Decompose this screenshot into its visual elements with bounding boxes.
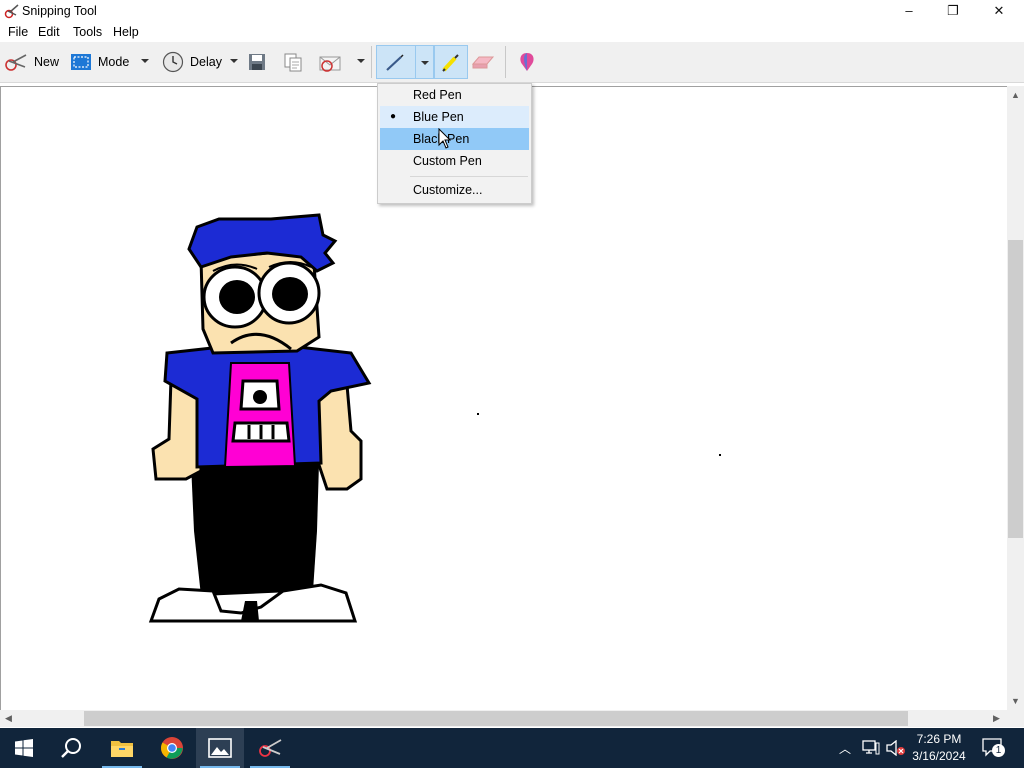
menu-edit[interactable]: Edit xyxy=(38,25,60,39)
red-pen-label: Red Pen xyxy=(413,88,462,102)
custom-pen-label: Custom Pen xyxy=(413,154,482,168)
toolbar-separator-2 xyxy=(505,46,506,78)
toolbar: New Mode Delay xyxy=(0,42,1024,83)
snipping-tool-icon xyxy=(259,739,282,757)
system-clock[interactable]: 7:26 PM 3/16/2024 xyxy=(898,731,980,765)
taskbar: ︿ 7:26 PM 3/16/2024 1 xyxy=(0,728,1024,768)
maximize-icon: ❐ xyxy=(947,3,959,18)
menu-file[interactable]: File xyxy=(8,25,28,39)
new-snip-icon xyxy=(5,54,27,71)
start-button[interactable] xyxy=(0,728,48,768)
pen-split-divider xyxy=(415,46,416,78)
horizontal-scroll-thumb[interactable] xyxy=(84,711,908,726)
eraser-icon[interactable] xyxy=(471,54,495,70)
new-button[interactable]: New xyxy=(4,42,59,82)
save-icon[interactable] xyxy=(248,53,266,71)
notification-count-badge: 1 xyxy=(992,744,1005,757)
mode-button[interactable]: Mode xyxy=(70,42,129,82)
chrome-icon xyxy=(161,737,183,759)
close-icon: ✕ xyxy=(993,3,1005,18)
pen-button[interactable] xyxy=(376,45,434,79)
taskbar-file-explorer[interactable] xyxy=(98,728,146,768)
highlighter-button[interactable] xyxy=(434,45,468,79)
toolbar-separator xyxy=(371,46,372,78)
taskbar-chrome[interactable] xyxy=(148,728,196,768)
menu-item-red-pen[interactable]: Red Pen xyxy=(380,84,529,106)
scroll-left-icon[interactable]: ◀ xyxy=(5,713,12,724)
menu-item-black-pen[interactable]: Black Pen xyxy=(380,128,529,150)
pen-icon xyxy=(386,54,404,71)
vertical-scroll-thumb[interactable] xyxy=(1008,240,1023,538)
copy-icon[interactable] xyxy=(283,52,303,72)
customize-label: Customize... xyxy=(413,183,483,197)
taskbar-photos[interactable] xyxy=(196,728,244,768)
menu-separator xyxy=(410,176,528,177)
menu-bar: File Edit Tools Help xyxy=(0,22,1024,42)
delay-button[interactable]: Delay xyxy=(162,42,222,82)
mode-label: Mode xyxy=(98,55,130,69)
window-title: Snipping Tool xyxy=(22,4,97,18)
clock-time: 7:26 PM xyxy=(916,732,962,746)
maximize-button[interactable]: ❐ xyxy=(930,0,976,22)
minimize-icon: – xyxy=(905,3,913,18)
search-button[interactable] xyxy=(48,728,96,768)
close-button[interactable]: ✕ xyxy=(976,0,1022,22)
highlighter-icon xyxy=(442,54,459,72)
paint3d-icon[interactable] xyxy=(517,51,537,73)
scroll-right-icon[interactable]: ▶ xyxy=(993,713,1000,724)
start-icon xyxy=(15,739,33,757)
menu-help[interactable]: Help xyxy=(113,25,139,39)
menu-tools[interactable]: Tools xyxy=(73,25,102,39)
network-icon[interactable] xyxy=(862,740,880,756)
new-label: New xyxy=(34,55,60,69)
show-hidden-icons-icon[interactable]: ︿ xyxy=(839,740,851,757)
blue-pen-label: Blue Pen xyxy=(413,110,464,124)
title-bar: Snipping Tool – ❐ ✕ xyxy=(0,0,1024,22)
scroll-up-icon[interactable]: ▲ xyxy=(1011,90,1020,100)
action-center-button[interactable]: 1 xyxy=(982,738,1005,758)
pen-dropdown-arrow-icon[interactable] xyxy=(420,58,430,68)
menu-item-custom-pen[interactable]: Custom Pen xyxy=(380,150,529,172)
selected-bullet-icon: ● xyxy=(390,111,397,122)
delay-clock-icon xyxy=(162,51,184,73)
photos-icon xyxy=(208,738,232,758)
snipping-tool-app-icon xyxy=(4,4,19,19)
send-dropdown-arrow-icon[interactable] xyxy=(356,56,366,66)
menu-item-blue-pen[interactable]: ● Blue Pen xyxy=(380,106,529,128)
delay-label: Delay xyxy=(190,55,222,69)
scroll-corner xyxy=(1007,710,1024,727)
delay-dropdown-arrow-icon[interactable] xyxy=(229,56,239,66)
search-icon xyxy=(61,738,81,758)
send-icon[interactable] xyxy=(318,51,344,73)
scroll-down-icon[interactable]: ▼ xyxy=(1011,696,1020,706)
file-explorer-icon xyxy=(111,741,133,757)
clock-date: 3/16/2024 xyxy=(912,749,966,763)
mode-icon xyxy=(71,54,91,70)
minimize-button[interactable]: – xyxy=(886,0,932,22)
mode-dropdown-arrow-icon[interactable] xyxy=(140,56,150,66)
menu-item-customize[interactable]: Customize... xyxy=(380,179,529,201)
mouse-pointer-icon xyxy=(438,128,452,149)
pen-dropdown-menu: Red Pen ● Blue Pen Black Pen Custom Pen … xyxy=(377,83,532,204)
taskbar-snipping-tool[interactable] xyxy=(246,728,294,768)
